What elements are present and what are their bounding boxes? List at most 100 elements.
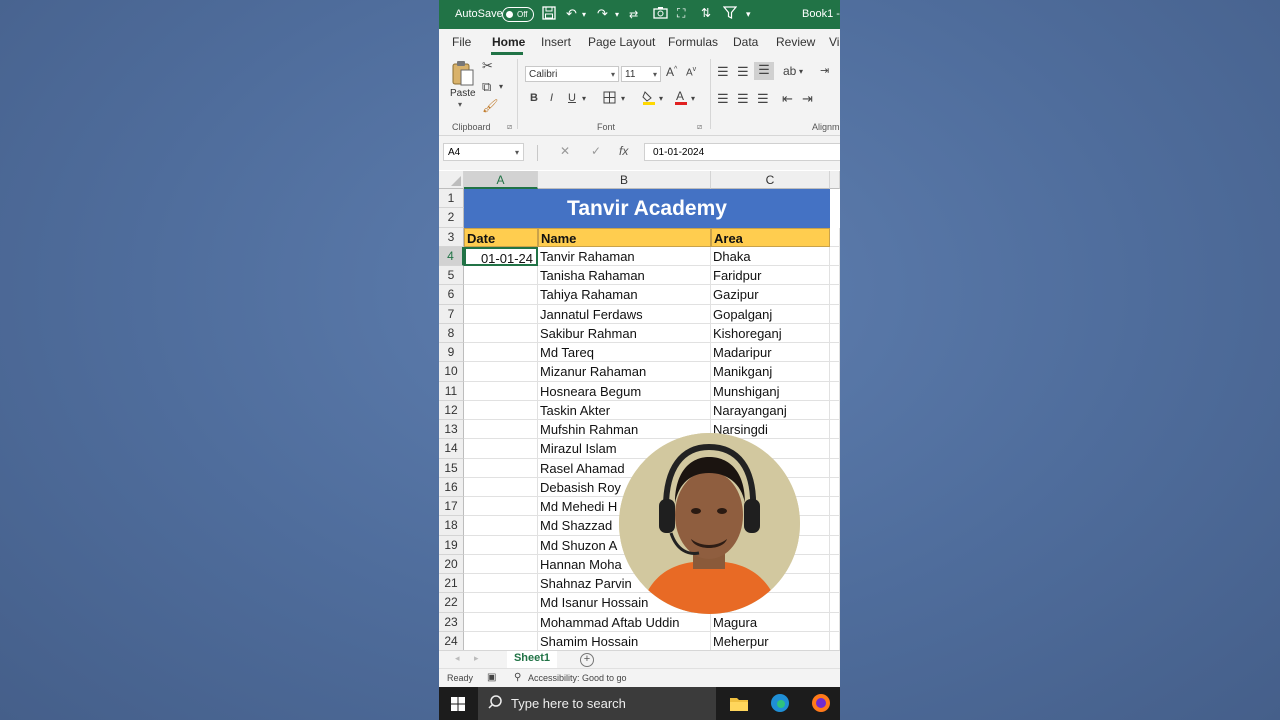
grid-cell[interactable]: [830, 343, 840, 363]
area-cell[interactable]: Munshiganj: [711, 381, 830, 401]
formula-input[interactable]: 01-01-2024: [644, 143, 840, 161]
row-header[interactable]: 20: [439, 554, 464, 574]
orientation-dropdown-icon[interactable]: ▾: [799, 67, 803, 76]
align-right-icon[interactable]: ☰: [757, 91, 769, 107]
tab-review[interactable]: Review: [776, 35, 815, 49]
fill-color-dropdown-icon[interactable]: ▾: [659, 94, 663, 103]
row-header[interactable]: 8: [439, 323, 464, 343]
save-icon[interactable]: [542, 6, 556, 23]
date-cell[interactable]: [464, 477, 538, 497]
area-cell[interactable]: Dhaka: [711, 246, 830, 266]
grid-cell[interactable]: [830, 246, 840, 266]
grid-cell[interactable]: [830, 458, 840, 478]
area-cell[interactable]: Manikganj: [711, 362, 830, 382]
date-cell[interactable]: [464, 535, 538, 555]
autosave-toggle[interactable]: Off: [502, 7, 534, 22]
name-cell[interactable]: Md Tareq: [538, 343, 711, 363]
area-cell[interactable]: Gopalganj: [711, 304, 830, 324]
customize-toolbar-icon[interactable]: ▾: [746, 9, 751, 20]
align-middle-icon[interactable]: ☰: [737, 64, 749, 80]
orientation-icon[interactable]: ab: [783, 64, 796, 78]
row-header[interactable]: 17: [439, 497, 464, 517]
row-header[interactable]: 5: [439, 266, 464, 286]
grid-cell[interactable]: [830, 497, 840, 517]
data-validation-icon[interactable]: ⇄: [629, 8, 638, 21]
redo-icon[interactable]: ↷: [597, 6, 608, 22]
filter-icon[interactable]: [722, 6, 738, 22]
date-cell[interactable]: [464, 381, 538, 401]
font-color-dropdown-icon[interactable]: ▾: [691, 94, 695, 103]
org-chart-icon[interactable]: ⛶: [677, 6, 685, 21]
add-sheet-icon[interactable]: +: [580, 653, 594, 667]
tab-data[interactable]: Data: [733, 35, 758, 49]
decrease-indent-icon[interactable]: ⇤: [782, 91, 793, 107]
file-explorer-icon[interactable]: [730, 695, 748, 716]
row-header[interactable]: 4: [439, 246, 464, 266]
grid-cell[interactable]: [830, 420, 840, 440]
firefox-icon[interactable]: [811, 693, 831, 718]
align-left-icon[interactable]: ☰: [717, 91, 729, 107]
date-cell[interactable]: [464, 362, 538, 382]
sheet-banner-title[interactable]: Tanvir Academy: [464, 189, 830, 228]
name-cell[interactable]: Sakibur Rahman: [538, 323, 711, 343]
row-header[interactable]: 13: [439, 420, 464, 440]
row-header[interactable]: 21: [439, 574, 464, 594]
date-cell[interactable]: [464, 458, 538, 478]
select-all-corner[interactable]: [439, 171, 464, 189]
row-header[interactable]: 1: [439, 189, 464, 209]
taskbar-search[interactable]: Type here to search: [478, 687, 716, 720]
date-cell[interactable]: [464, 574, 538, 594]
header-cell-name[interactable]: Name: [538, 227, 711, 247]
date-cell[interactable]: [464, 516, 538, 536]
row-header[interactable]: 22: [439, 593, 464, 613]
font-name-select[interactable]: Calibri ▾: [525, 66, 619, 82]
clipboard-launcher-icon[interactable]: ⧄: [507, 122, 512, 132]
camera-icon[interactable]: [653, 6, 668, 22]
copy-dropdown-icon[interactable]: ▾: [499, 82, 503, 91]
row-header[interactable]: 12: [439, 400, 464, 420]
row-header[interactable]: 3: [439, 227, 464, 247]
name-box[interactable]: A4 ▾: [443, 143, 524, 161]
row-header[interactable]: 2: [439, 208, 464, 228]
align-center-icon[interactable]: ☰: [737, 91, 749, 107]
windows-start-icon[interactable]: [451, 697, 465, 716]
grid-cell[interactable]: [830, 362, 840, 382]
name-cell[interactable]: Taskin Akter: [538, 400, 711, 420]
grid-cell[interactable]: [830, 381, 840, 401]
next-sheet-icon[interactable]: ▸: [474, 653, 479, 664]
date-cell[interactable]: [464, 554, 538, 574]
align-top-icon[interactable]: ☰: [717, 64, 729, 80]
enter-icon[interactable]: ✓: [591, 144, 601, 158]
borders-icon[interactable]: [603, 91, 616, 107]
column-header-a[interactable]: A: [464, 171, 538, 189]
grid-cell[interactable]: [830, 400, 840, 420]
row-header[interactable]: 19: [439, 535, 464, 555]
grid-cell[interactable]: [830, 612, 840, 632]
align-bottom-icon[interactable]: ☰: [754, 62, 774, 80]
macro-recording-icon[interactable]: ▣: [487, 672, 496, 683]
wrap-text-icon[interactable]: ⇥: [820, 64, 829, 77]
tab-home[interactable]: Home: [492, 35, 525, 49]
tab-formulas[interactable]: Formulas: [668, 35, 718, 49]
grid-cell[interactable]: [830, 516, 840, 536]
name-cell[interactable]: Jannatul Ferdaws: [538, 304, 711, 324]
row-header[interactable]: 14: [439, 439, 464, 459]
paste-dropdown-icon[interactable]: ▾: [458, 100, 462, 109]
row-header[interactable]: 7: [439, 304, 464, 324]
cut-icon[interactable]: ✂: [482, 58, 493, 74]
paste-icon[interactable]: [451, 60, 475, 91]
grid-cell[interactable]: [830, 574, 840, 594]
header-cell-date[interactable]: Date: [464, 227, 538, 247]
grid-cell[interactable]: [830, 477, 840, 497]
copy-icon[interactable]: ⧉: [482, 79, 491, 95]
row-header[interactable]: 16: [439, 477, 464, 497]
column-header-b[interactable]: B: [538, 171, 711, 189]
name-cell[interactable]: Tahiya Rahaman: [538, 285, 711, 305]
name-cell[interactable]: Mizanur Rahaman: [538, 362, 711, 382]
name-cell[interactable]: Tanvir Rahaman: [538, 246, 711, 266]
bold-icon[interactable]: B: [530, 92, 538, 104]
row-header[interactable]: 24: [439, 631, 464, 650]
column-header-c[interactable]: C: [711, 171, 830, 189]
sort-icon[interactable]: ⇅: [701, 6, 711, 20]
redo-dropdown-icon[interactable]: ▾: [615, 10, 619, 19]
